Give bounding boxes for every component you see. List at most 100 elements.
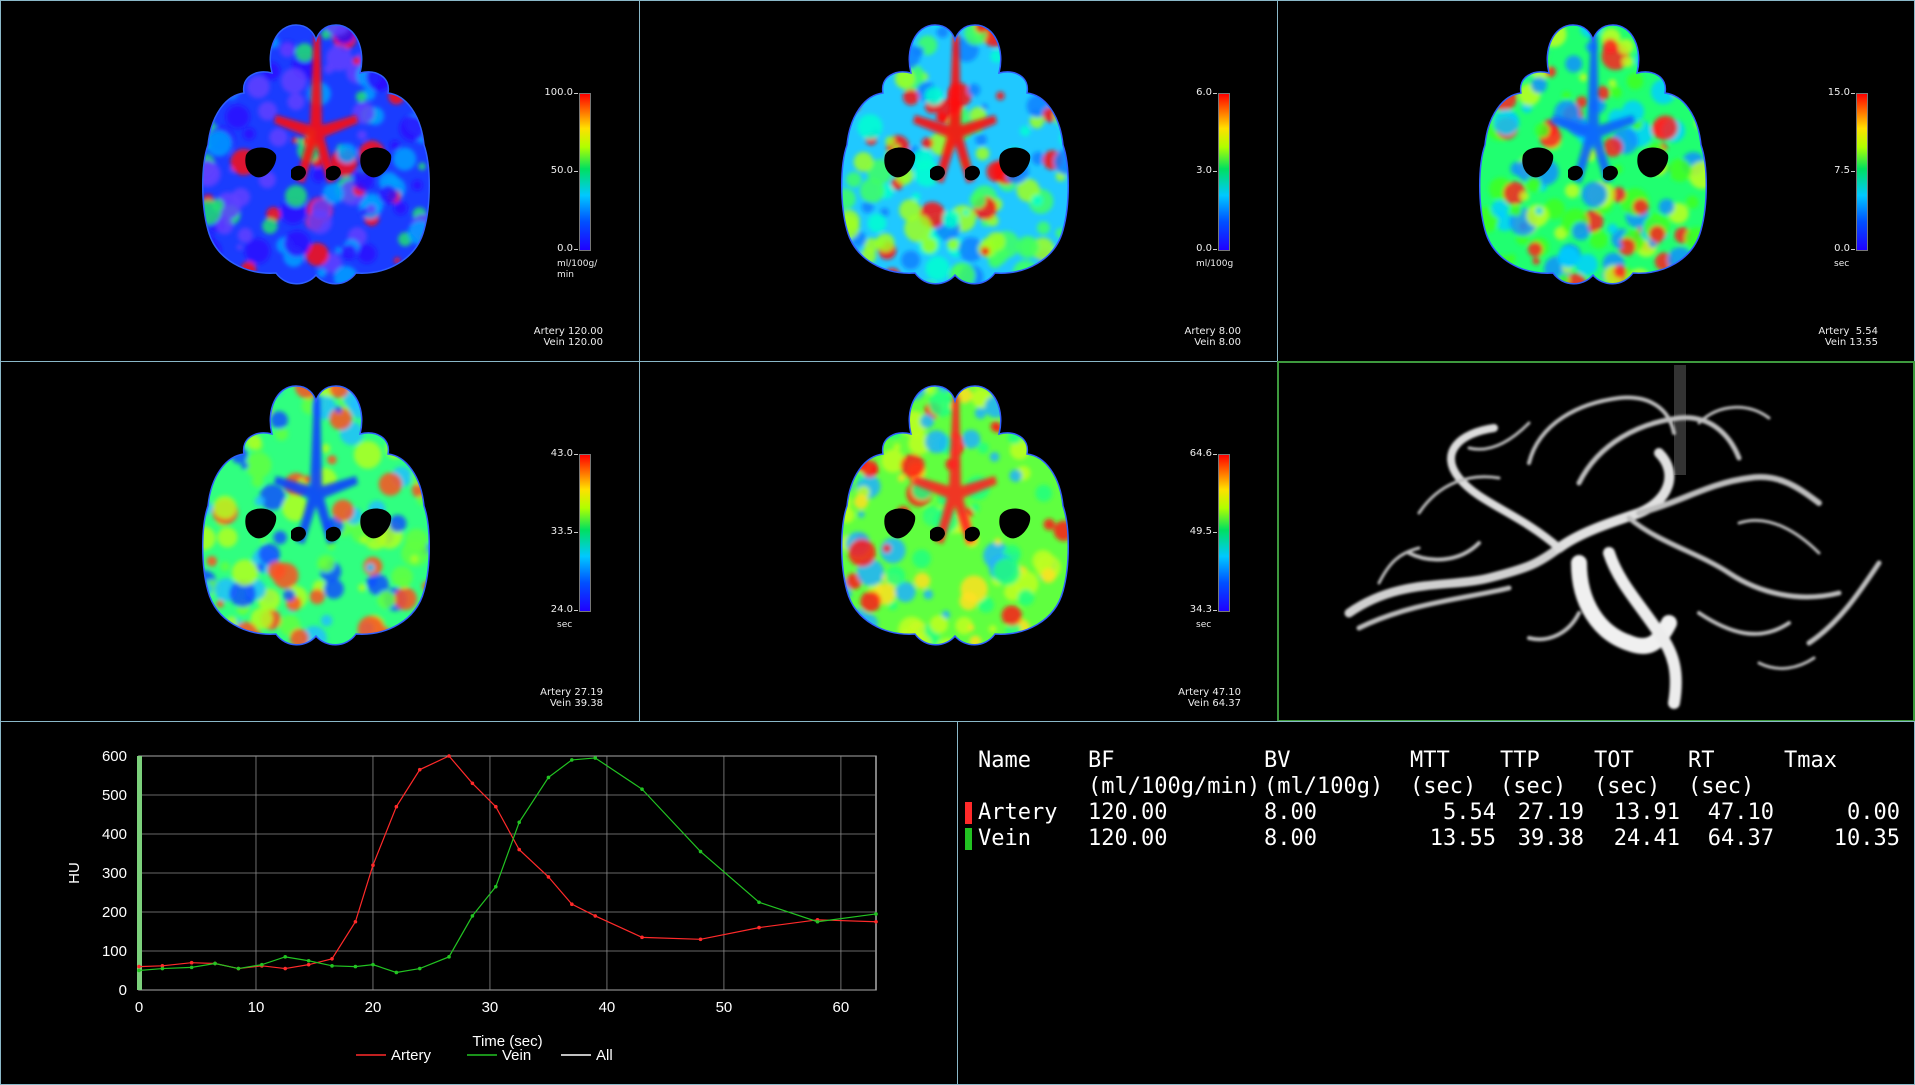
vein-point [757, 900, 761, 905]
artery-point [757, 925, 761, 930]
vein-point [470, 914, 475, 918]
mtt-map-panel[interactable]: 15.0 7.5 0.0 sec Artery 5.54 Vein 13.55 [1277, 0, 1915, 362]
scale-tick-label: 33.5 [539, 527, 578, 537]
vein-point [447, 955, 451, 959]
artery-value: Artery 120.00 [533, 326, 603, 337]
artery-point [593, 914, 598, 918]
vein-point [306, 958, 311, 963]
vein-point [593, 756, 598, 760]
color-scale-bar [1218, 93, 1230, 251]
artery-point [306, 962, 311, 967]
column-header: Name [978, 748, 1031, 773]
artery-value: Artery 27.19 [540, 687, 603, 698]
vein-value: Vein 8.00 [1194, 337, 1241, 348]
vein-value: Vein 120.00 [543, 337, 603, 348]
y-tick-label: 200 [102, 904, 127, 921]
cell-value: 47.10 [1707, 800, 1774, 825]
vein-value: Vein 13.55 [1824, 337, 1878, 348]
scale-tick-label: 43.0 [539, 449, 578, 459]
column-header: TTP [1500, 748, 1540, 773]
vein-point [137, 968, 141, 973]
scale-tick-label: 3.0 [1178, 166, 1217, 176]
scale-unit-line: ml/100g [1196, 259, 1234, 269]
x-tick-label: 60 [833, 999, 850, 1016]
artery-value: Artery 8.00 [1184, 326, 1242, 337]
scale-unit-label: ml/100g/min [557, 259, 597, 281]
cell-value: 39.38 [1517, 826, 1584, 851]
artery-vein-readout: Artery 27.19 Vein 39.38 [540, 687, 603, 709]
scale-unit-line: sec [557, 620, 573, 630]
brain-map-image [841, 24, 1069, 285]
y-tick-label: 400 [102, 826, 127, 843]
legend-label[interactable]: All [596, 1047, 613, 1064]
artery-point [283, 966, 288, 971]
color-scale-bar [1856, 93, 1868, 251]
row-color-swatch [965, 802, 972, 824]
scale-tick-label: 7.5 [1816, 166, 1855, 176]
cell-value: 13.55 [1429, 826, 1496, 851]
time-cursor[interactable] [137, 756, 142, 990]
scale-unit-label: sec [1196, 620, 1211, 631]
color-scale-bar [579, 454, 591, 612]
scale-tick-label: 49.5 [1178, 527, 1217, 537]
row-name: Vein [978, 826, 1031, 851]
vein-point [160, 966, 165, 971]
vein-point [815, 919, 820, 924]
column-unit: (sec) [1594, 774, 1661, 799]
bv-map-panel[interactable]: 6.0 3.0 0.0 ml/100g Artery 8.00 Vein 8.00 [639, 0, 1278, 362]
scale-unit-line: ml/100g/ [557, 259, 598, 269]
brain-map-image [202, 24, 430, 285]
scale-unit-label: ml/100g [1196, 259, 1233, 270]
artery-vein-readout: Artery 120.00 Vein 120.00 [534, 326, 603, 348]
ttp-map-panel[interactable]: 43.0 33.5 24.0 sec Artery 27.19 Vein 39.38 [0, 361, 640, 722]
y-tick-label: 0 [119, 982, 127, 999]
artery-point [698, 937, 703, 942]
rt-map-panel[interactable]: 64.6 49.5 34.3 sec Artery 47.10 Vein 64.37 [639, 361, 1278, 722]
x-tick-label: 40 [599, 999, 616, 1016]
column-unit: (ml/100g/min) [1088, 774, 1261, 799]
column-unit: (sec) [1500, 774, 1567, 799]
scale-tick-label: 6.0 [1178, 88, 1217, 98]
vein-point [189, 965, 194, 970]
bf-map-panel[interactable]: 100.0 50.0 0.0 ml/100g/min Artery 120.00 Vein… [0, 0, 640, 362]
x-tick-label: 20 [365, 999, 382, 1016]
vein-point [371, 962, 375, 967]
cell-value: 120.00 [1088, 800, 1168, 825]
vein-value: Vein 39.38 [549, 698, 603, 709]
column-unit: (ml/100g) [1264, 774, 1384, 799]
cell-value: 24.41 [1613, 826, 1680, 851]
cell-value: 5.54 [1443, 800, 1496, 825]
artery-point [874, 919, 878, 924]
scale-unit-line: sec [1196, 620, 1212, 630]
artery-point [371, 863, 375, 867]
vessel-mip-image [1344, 365, 1882, 709]
angiography-panel[interactable] [1277, 361, 1915, 722]
cell-value: 64.37 [1707, 826, 1774, 851]
cell-value: 8.00 [1264, 826, 1317, 851]
vein-point [260, 962, 264, 967]
time-density-curve-panel[interactable]: 0 100 200 300 400 500 600 0 10 20 30 40 50 60 Time (se… [0, 721, 958, 1085]
vein-point [283, 955, 288, 959]
artery-point [494, 804, 498, 809]
artery-vein-readout: Artery 8.00 Vein 8.00 [1185, 326, 1242, 348]
vein-point [353, 964, 358, 969]
legend-label[interactable]: Vein [502, 1047, 531, 1064]
vein-point [546, 775, 551, 780]
scale-unit-label: sec [1834, 259, 1849, 270]
scale-unit-label: sec [557, 620, 572, 631]
artery-point [189, 960, 194, 965]
y-tick-label: 500 [102, 787, 127, 804]
column-header: MTT [1410, 748, 1450, 773]
artery-point [640, 935, 644, 940]
artery-point [330, 957, 334, 961]
brain-map-image [202, 385, 430, 646]
y-tick-label: 600 [102, 748, 127, 765]
x-tick-label: 50 [716, 999, 733, 1016]
legend-label[interactable]: Artery [391, 1047, 432, 1064]
artery-point [417, 767, 422, 772]
x-tick-label: 10 [248, 999, 265, 1016]
cell-value: 10.35 [1833, 826, 1900, 851]
vein-point [494, 884, 498, 889]
vein-point [417, 966, 422, 971]
scale-unit-line: min [557, 270, 574, 280]
